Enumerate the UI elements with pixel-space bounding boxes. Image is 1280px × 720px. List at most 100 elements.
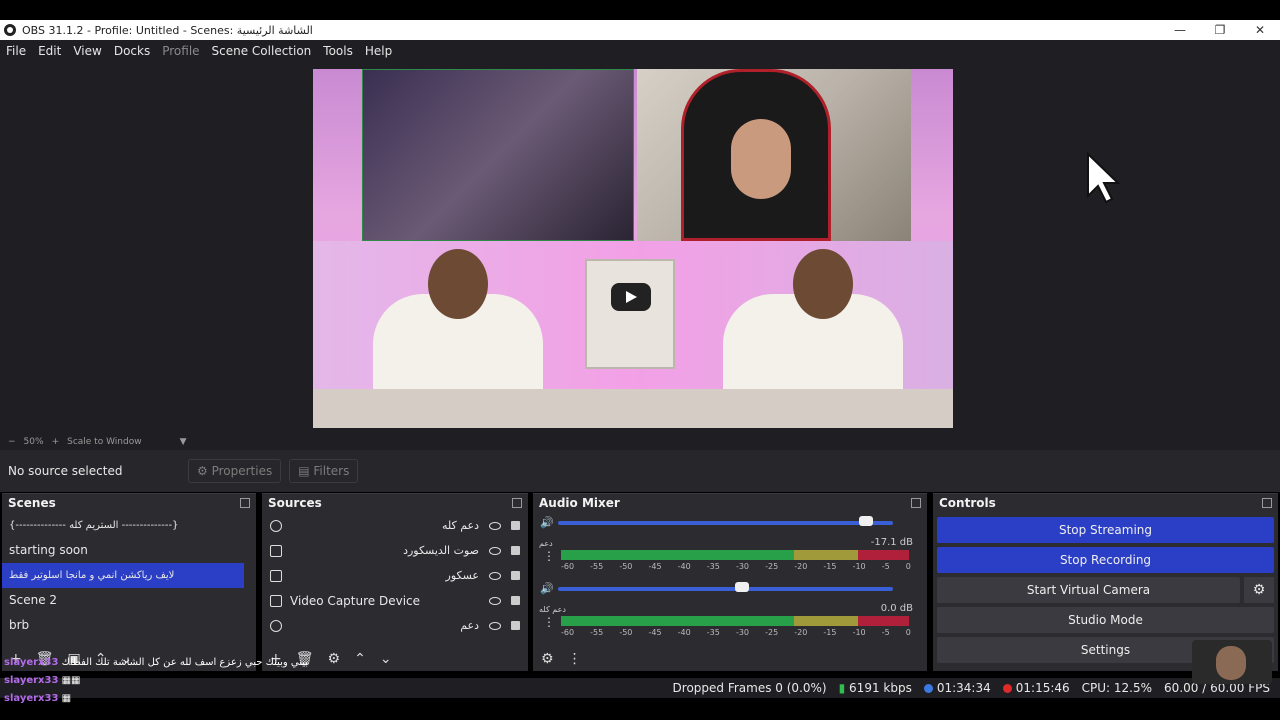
volume-knob[interactable]	[859, 516, 874, 526]
chevron-down-icon[interactable]: ▼	[180, 437, 187, 447]
volume-slider[interactable]	[558, 521, 893, 525]
menu-docks[interactable]: Docks	[108, 44, 156, 58]
mixer-toolbar: ⚙ ⋮	[533, 647, 927, 671]
window-title: OBS 31.1.2 - Profile: Untitled - Scenes:…	[22, 23, 313, 37]
top-black-bar	[0, 0, 1280, 20]
stream-time: 01:34:34	[936, 681, 991, 695]
source-row[interactable]: Video Capture Device	[262, 588, 528, 613]
zoom-out-icon[interactable]: −	[8, 437, 16, 447]
lock-icon[interactable]	[511, 621, 520, 630]
lock-icon[interactable]	[511, 571, 520, 580]
speaker-icon[interactable]: 🔊	[540, 516, 554, 529]
volume-meter	[561, 616, 911, 626]
eye-icon[interactable]	[489, 621, 501, 630]
source-name: صوت الديسكورد	[403, 544, 479, 557]
scale-mode[interactable]: Scale to Window	[67, 437, 141, 447]
display-icon	[270, 569, 282, 582]
record-icon	[1002, 684, 1012, 693]
scene-item[interactable]: brb	[2, 613, 256, 638]
menu-bar: File Edit View Docks Profile Scene Colle…	[0, 40, 1280, 62]
eye-icon[interactable]	[489, 596, 501, 605]
gear-icon[interactable]: ⚙	[1244, 577, 1274, 603]
down-icon[interactable]: ⌄	[380, 651, 392, 667]
browser-icon	[270, 619, 282, 632]
preview-canvas[interactable]	[313, 69, 953, 428]
scene-item[interactable]: {-------------- الستريم كله ------------…	[2, 513, 256, 538]
menu-edit[interactable]: Edit	[32, 44, 67, 58]
undock-icon[interactable]	[512, 498, 522, 508]
source-row[interactable]: دعم كله	[262, 513, 528, 538]
mixer-header: Audio Mixer	[533, 494, 927, 513]
menu-profile[interactable]: Profile	[156, 44, 205, 58]
meter-tick-label: -35	[706, 562, 720, 571]
meter-tick-label: -45	[648, 562, 662, 571]
close-icon[interactable]: ✕	[1240, 20, 1280, 40]
advanced-audio-icon[interactable]: ⚙	[541, 651, 554, 667]
meter-ticks: -60 -55 -50 -45 -40 -35 -30 -25 -20 -15 -10 -5 0	[561, 628, 911, 637]
undock-icon[interactable]	[1262, 498, 1272, 508]
undock-icon[interactable]	[911, 498, 921, 508]
no-source-label: No source selected	[8, 464, 123, 478]
volume-slider[interactable]	[558, 587, 893, 591]
youtube-play-icon	[611, 283, 651, 311]
meter-tick-label: -25	[765, 562, 779, 571]
eye-icon[interactable]	[489, 521, 501, 530]
audio-output-icon	[270, 544, 282, 557]
menu-scene-collection[interactable]: Scene Collection	[206, 44, 318, 58]
undock-icon[interactable]	[240, 498, 250, 508]
volume-meter	[561, 550, 911, 560]
eye-icon[interactable]	[489, 546, 501, 555]
scene-item[interactable]: starting soon	[2, 538, 256, 563]
source-row[interactable]: دعم	[262, 613, 528, 638]
mixer-channel: 🔊 دعم -17.1 dB ⋮ -60 -55 -50 -45 -40 -35 -30 -2…	[533, 513, 927, 579]
chat-message: slayerx33 بيني وبينك حبي زعزع اسف لله عن…	[4, 654, 308, 672]
stop-recording-button[interactable]: Stop Recording	[937, 547, 1274, 573]
menu-tools[interactable]: Tools	[317, 44, 359, 58]
eye-icon[interactable]	[489, 571, 501, 580]
gear-icon[interactable]: ⚙	[328, 651, 341, 667]
chat-user: slayerx33	[4, 675, 59, 686]
studio-mode-button[interactable]: Studio Mode	[937, 607, 1274, 633]
source-row[interactable]: عسكور	[262, 563, 528, 588]
start-virtual-camera-button[interactable]: Start Virtual Camera	[937, 577, 1240, 603]
virtual-camera-row: Start Virtual Camera ⚙	[937, 577, 1274, 603]
meter-tick-label: -30	[735, 562, 750, 571]
menu-file[interactable]: File	[0, 44, 32, 58]
chat-user: slayerx33	[4, 657, 59, 668]
speaker-icon[interactable]: 🔊	[540, 582, 554, 595]
controls-title: Controls	[939, 496, 996, 510]
scene-item-selected[interactable]: لايف رياكشن انمي و مانجا اسلوتير فقط	[2, 563, 244, 588]
minimize-icon[interactable]: —	[1160, 20, 1200, 40]
menu-help[interactable]: Help	[359, 44, 398, 58]
chat-message: slayerx33 ▦▦	[4, 672, 308, 690]
channel-label: دعم كله	[539, 605, 566, 614]
sofa	[313, 389, 953, 428]
volume-knob[interactable]	[735, 582, 750, 592]
more-options-icon[interactable]: ⋮	[568, 651, 582, 667]
meter-tick-label: -30	[735, 628, 750, 637]
audio-mixer-dock: Audio Mixer 🔊 دعم -17.1 dB ⋮ -60 -55 -50 -4…	[533, 493, 927, 671]
scene-item[interactable]: Scene 2	[2, 588, 256, 613]
filters-button[interactable]: ▤ Filters	[289, 459, 359, 483]
stop-streaming-button[interactable]: Stop Streaming	[937, 517, 1274, 543]
chat-text: بيني وبينك حبي زعزع اسف لله عن كل الشاشة…	[61, 657, 309, 668]
zoom-in-icon[interactable]: +	[52, 437, 60, 447]
menu-view[interactable]: View	[67, 44, 107, 58]
play-button-plaque	[585, 259, 675, 369]
meter-tick-label: -20	[794, 628, 808, 637]
maximize-icon[interactable]: ❐	[1200, 20, 1240, 40]
up-icon[interactable]: ⌃	[354, 651, 366, 667]
lock-icon[interactable]	[511, 546, 520, 555]
sources-header: Sources	[262, 494, 528, 513]
lock-icon[interactable]	[511, 596, 520, 605]
properties-button[interactable]: ⚙ Properties	[188, 459, 282, 483]
source-row[interactable]: صوت الديسكورد	[262, 538, 528, 563]
meter-tick-label: -10	[852, 562, 866, 571]
properties-label: Properties	[211, 464, 273, 478]
source-name: دعم كله	[441, 519, 479, 532]
sources-dock: Sources دعم كله صوت الديسكورد عسكور Vide…	[262, 493, 528, 671]
mixer-title: Audio Mixer	[539, 496, 620, 510]
more-options-icon[interactable]: ⋮	[543, 615, 555, 629]
more-options-icon[interactable]: ⋮	[543, 549, 555, 563]
lock-icon[interactable]	[511, 521, 520, 530]
